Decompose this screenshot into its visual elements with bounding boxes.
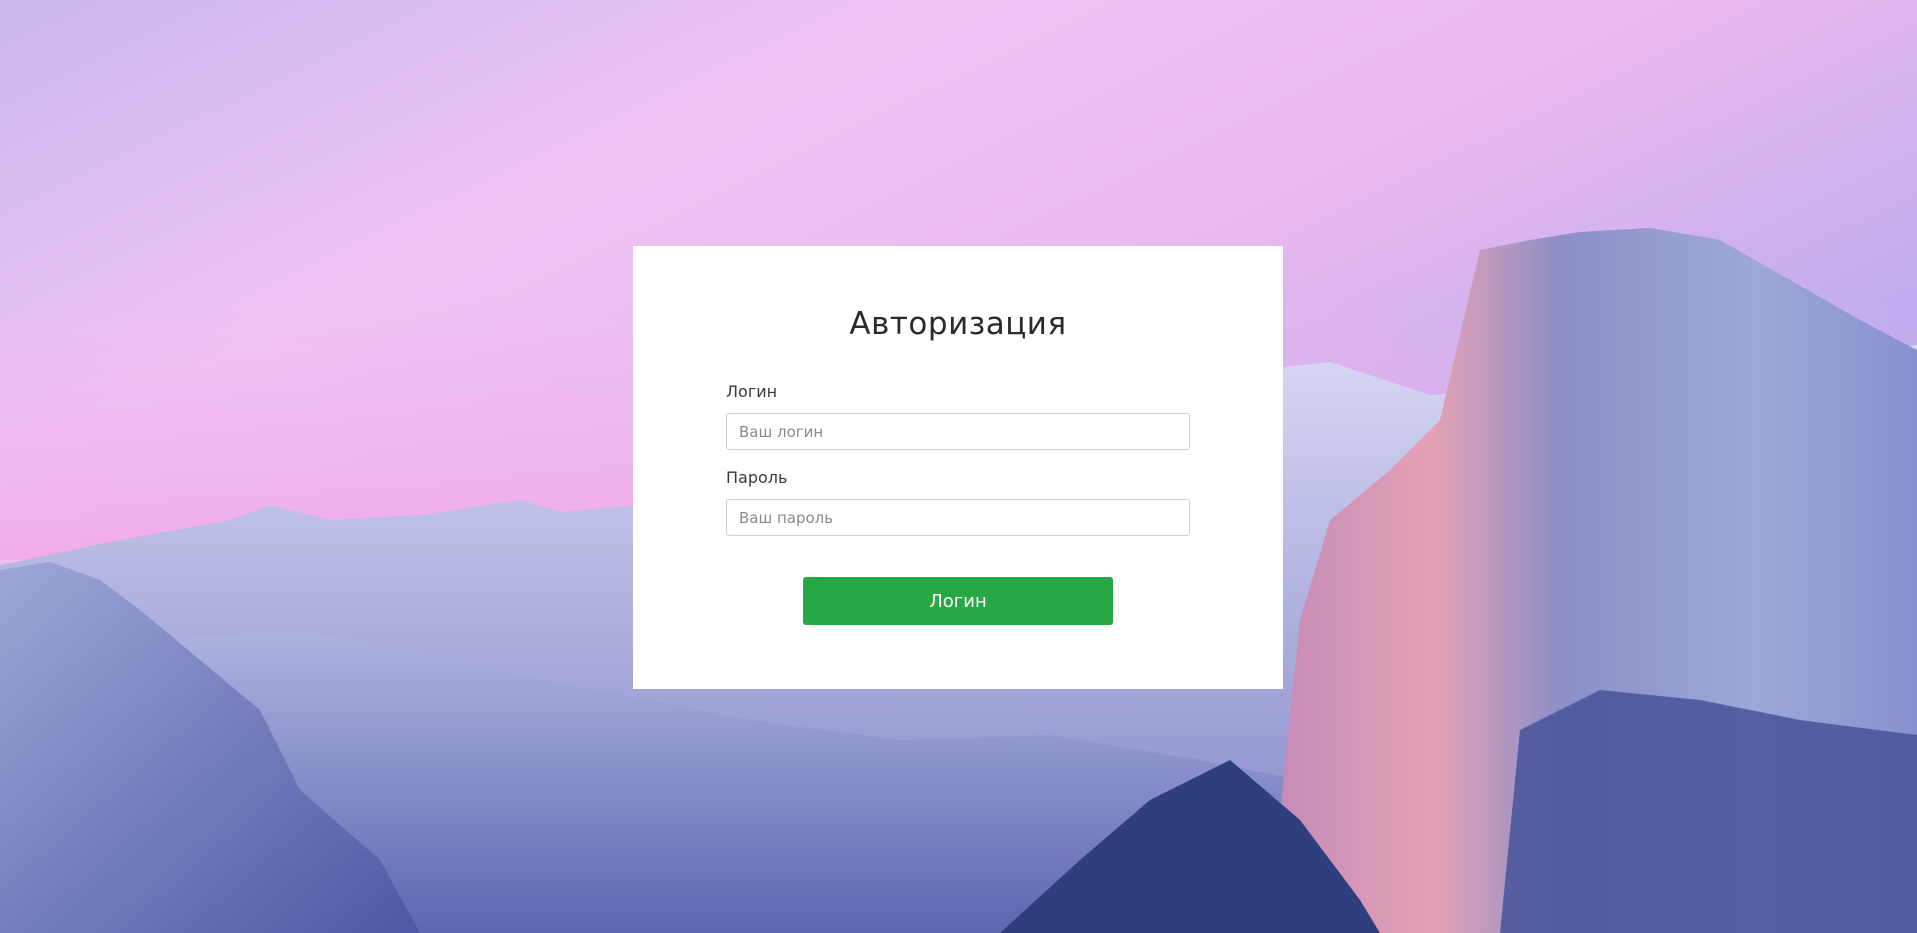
page-title: Авторизация xyxy=(849,306,1067,342)
login-submit-button[interactable]: Логин xyxy=(803,577,1113,625)
password-label: Пароль xyxy=(726,468,788,487)
login-label: Логин xyxy=(726,382,778,401)
login-page: Авторизация Логин Пароль Логин xyxy=(0,0,1917,933)
password-input[interactable] xyxy=(726,499,1190,536)
login-card: Авторизация Логин Пароль Логин xyxy=(633,246,1283,689)
login-input[interactable] xyxy=(726,413,1190,450)
